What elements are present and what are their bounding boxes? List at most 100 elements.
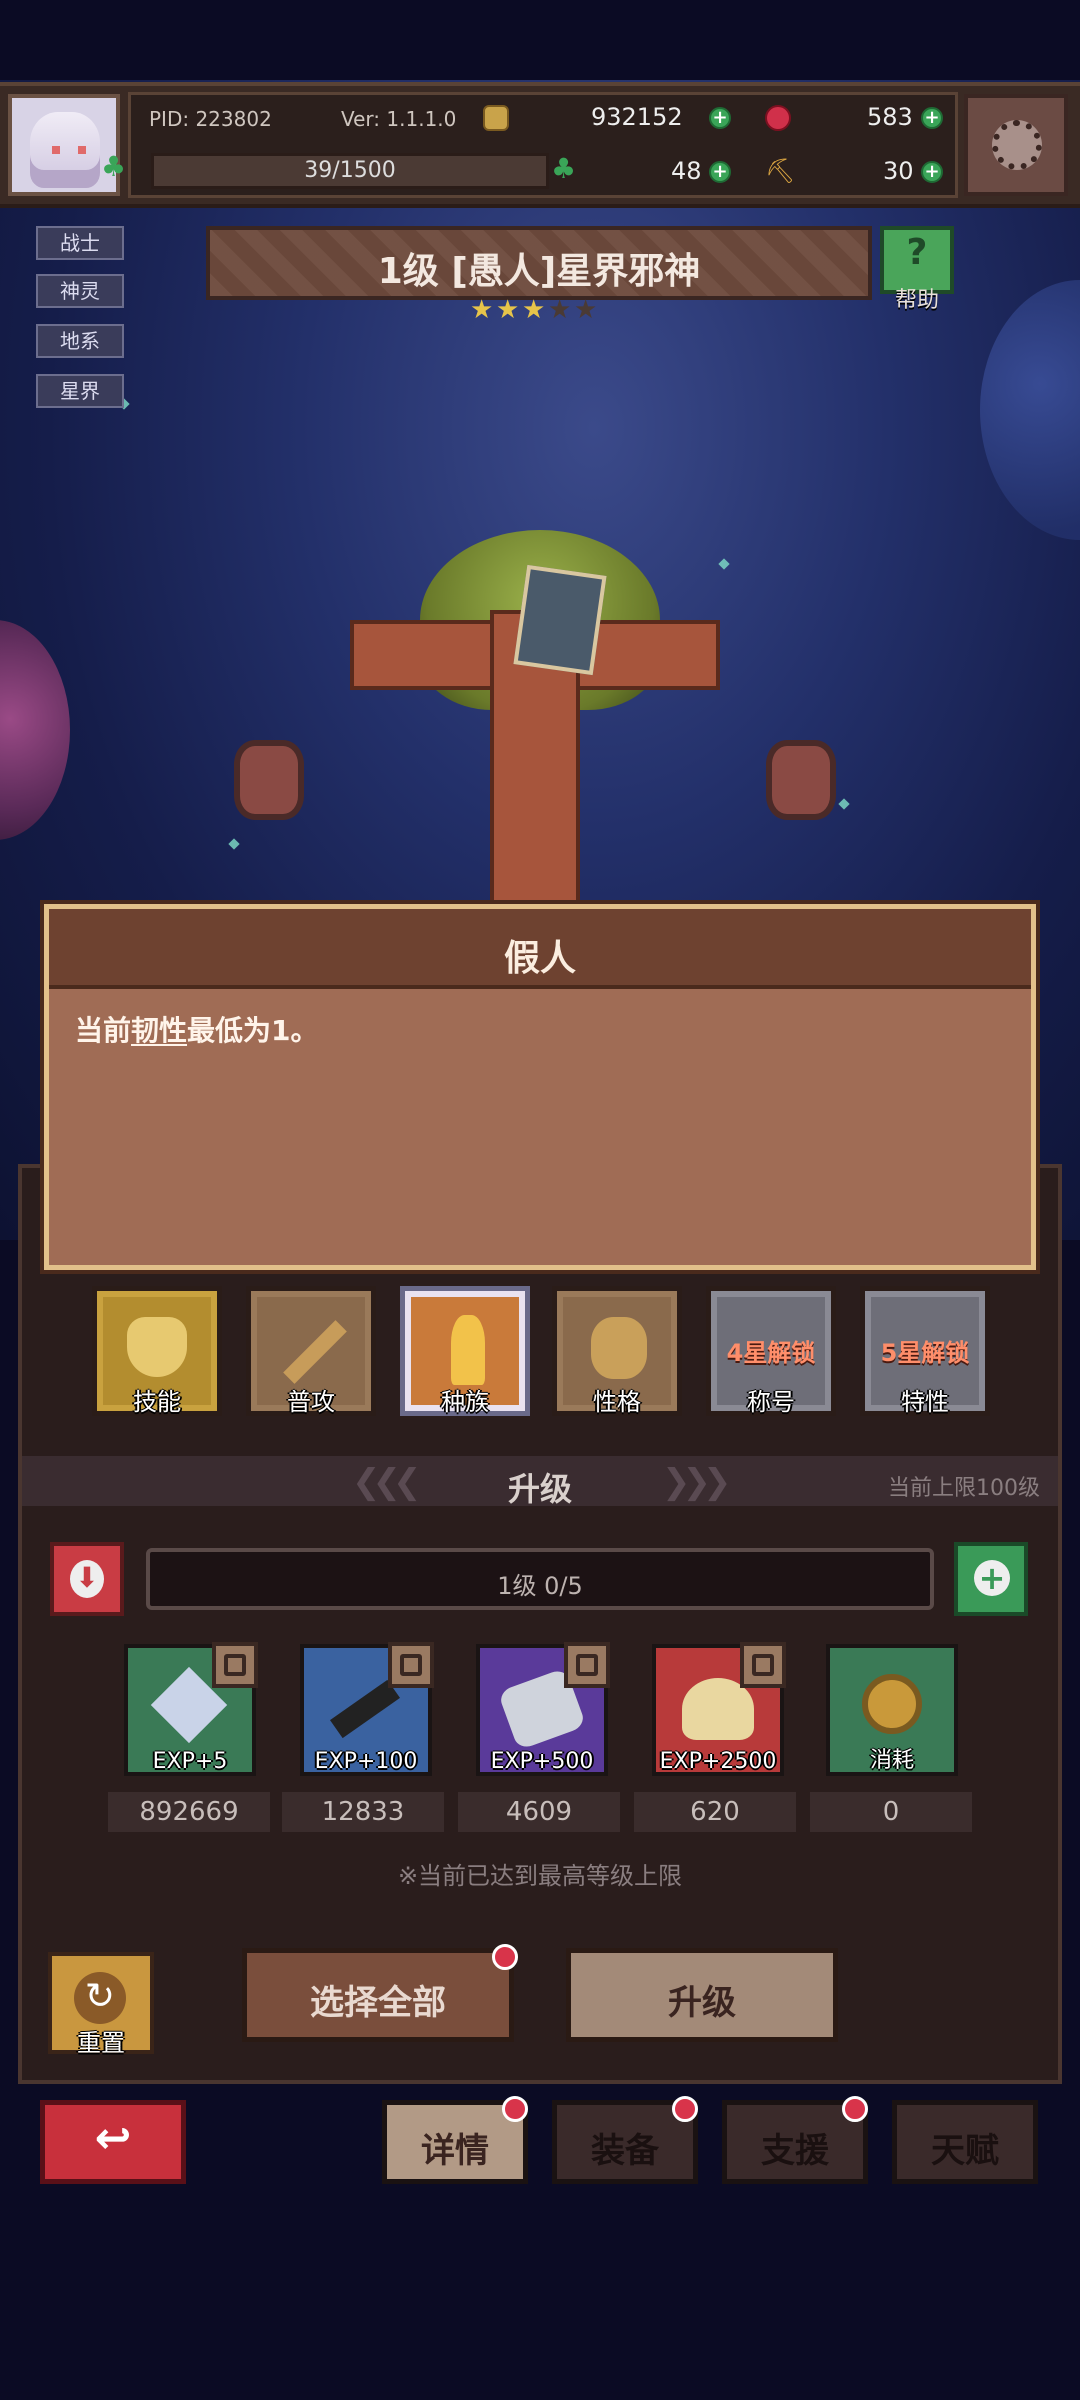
dummy-icon [451, 1315, 485, 1385]
tag-race: 神灵 [36, 274, 124, 308]
slot-race-selected[interactable]: 种族 [400, 1286, 530, 1416]
character-title-banner: 1级 [愚人]星界邪神 [206, 226, 872, 300]
figure-icon [591, 1317, 647, 1379]
equipment-label: 装备 [591, 2131, 659, 2171]
notification-dot [842, 2096, 868, 2122]
gold-amount: 932152 [591, 103, 683, 131]
level-cap-text: 当前上限100级 [888, 1476, 1040, 1501]
clover-currency-icon: ♣ [551, 152, 577, 185]
notification-dot [492, 1944, 518, 1970]
tooltip-text: 最低为1。 [187, 1014, 319, 1047]
back-arrow-icon: ↩ [94, 2113, 132, 2164]
slot-title-locked[interactable]: 4星解锁 称号 [706, 1286, 836, 1416]
top-status-bar: PID: 223802 Ver: 1.1.1.0 932152 + 583 + … [0, 82, 1080, 208]
upgrade-section-header: ❮❮❮ 升级 ❯❯❯ 当前上限100级 [22, 1456, 1058, 1508]
max-level-note: ※当前已达到最高等级上限 [397, 1862, 683, 1890]
details-label: 详情 [421, 2131, 489, 2171]
slot-label: 称号 [747, 1388, 795, 1416]
slot-normal-attack[interactable]: 普攻 [246, 1286, 376, 1416]
item-count: 12833 [282, 1792, 444, 1832]
star-empty-icon: ★ [574, 295, 598, 325]
slot-label: 性格 [593, 1388, 641, 1416]
notification-dot [672, 2096, 698, 2122]
exp-value: EXP+500 [490, 1749, 594, 1774]
decrease-level-button[interactable]: ⬇ [50, 1542, 124, 1616]
talent-tab[interactable]: 天赋 [892, 2100, 1038, 2184]
planet-right [980, 280, 1080, 540]
cost-slot: 消耗 [826, 1644, 958, 1776]
clover-icon: ♣ [101, 150, 127, 183]
quill-icon [330, 1679, 400, 1739]
download-arrow-icon: ⬇ [70, 1560, 104, 1598]
exp-value: EXP+2500 [659, 1749, 777, 1774]
slot-trait-locked[interactable]: 5星解锁 特性 [860, 1286, 990, 1416]
heart-icon [127, 1317, 187, 1377]
character-portrait [513, 564, 607, 676]
slot-skill[interactable]: 技能 [92, 1286, 222, 1416]
player-id: PID: 223802 [149, 107, 272, 131]
slot-label: 普攻 [287, 1388, 335, 1416]
add-shovel-button[interactable]: + [921, 161, 943, 183]
player-xp-bar: 39/1500 [151, 153, 549, 189]
player-info-panel: PID: 223802 Ver: 1.1.1.0 932152 + 583 + … [101, 92, 958, 198]
refresh-icon: ↻ [74, 1972, 126, 2024]
star-filled-icon: ★ [470, 295, 494, 325]
increase-level-button[interactable]: + [954, 1542, 1028, 1616]
talent-label: 天赋 [931, 2131, 999, 2171]
reset-label: 重置 [77, 2029, 125, 2057]
tag-element: 地系 [36, 324, 124, 358]
tooltip-description: 当前韧性最低为1。 [75, 1009, 319, 1049]
star-filled-icon: ★ [522, 295, 546, 325]
exp-item-500[interactable]: EXP+500 [476, 1642, 610, 1776]
character-title: 1级 [愚人]星界邪神 [377, 251, 701, 292]
item-count: 892669 [108, 1792, 270, 1832]
item-slot-badge [388, 1642, 434, 1688]
cost-label: 消耗 [869, 1748, 914, 1773]
question-icon: ? [906, 232, 928, 273]
item-count: 620 [634, 1792, 796, 1832]
slot-personality[interactable]: 性格 [552, 1286, 682, 1416]
tag-faction: 星界 [36, 374, 124, 408]
shovel-icon: ⛏ [765, 157, 796, 185]
help-label: 帮助 [894, 288, 939, 313]
red-gem-icon [765, 105, 791, 131]
tooltip-keyword-link[interactable]: 韧性 [131, 1014, 187, 1047]
exp-item-2500[interactable]: EXP+2500 [652, 1642, 786, 1776]
shovel-amount: 30 [883, 157, 914, 185]
back-button[interactable]: ↩ [40, 2100, 186, 2184]
plus-icon: + [974, 1560, 1010, 1596]
select-all-label: 选择全部 [310, 1983, 446, 2023]
character-star-rating: ★ ★ ★ ★ ★ [470, 295, 600, 325]
add-clover-button[interactable]: + [709, 161, 731, 183]
exp-value: EXP+5 [152, 1749, 228, 1774]
item-slot-badge [740, 1642, 786, 1688]
level-progress-bar: 1级 0/5 [146, 1548, 934, 1610]
gold-coin-icon [483, 105, 509, 131]
support-label: 支援 [761, 2131, 829, 2171]
right-orb [766, 740, 836, 820]
star-empty-icon: ★ [548, 295, 572, 325]
item-count: 4609 [458, 1792, 620, 1832]
exp-value: EXP+100 [314, 1749, 418, 1774]
exp-item-5[interactable]: EXP+5 [124, 1642, 258, 1776]
upgrade-button[interactable]: 升级 [566, 1948, 838, 2042]
add-gold-button[interactable]: + [709, 107, 731, 129]
slot-label: 特性 [901, 1388, 949, 1416]
exp-item-100[interactable]: EXP+100 [300, 1642, 434, 1776]
tooltip-title: 假人 [503, 938, 576, 979]
upgrade-label: 升级 [668, 1983, 736, 2023]
item-slot-badge [212, 1642, 258, 1688]
tooltip-text: 当前 [75, 1014, 132, 1047]
add-gems-button[interactable]: + [921, 107, 943, 129]
slot-label: 技能 [133, 1388, 181, 1416]
gold-coin-icon [862, 1674, 922, 1734]
planet-left [0, 620, 70, 840]
star-filled-icon: ★ [496, 295, 520, 325]
game-version: Ver: 1.1.1.0 [341, 107, 457, 131]
tag-class: 战士 [36, 226, 124, 260]
reset-button[interactable]: ↻ 重置 [48, 1952, 154, 2057]
settings-button[interactable] [964, 94, 1068, 196]
select-all-button[interactable]: 选择全部 [242, 1948, 514, 2042]
character-sprite [220, 470, 860, 910]
gem-amount: 583 [867, 103, 913, 131]
